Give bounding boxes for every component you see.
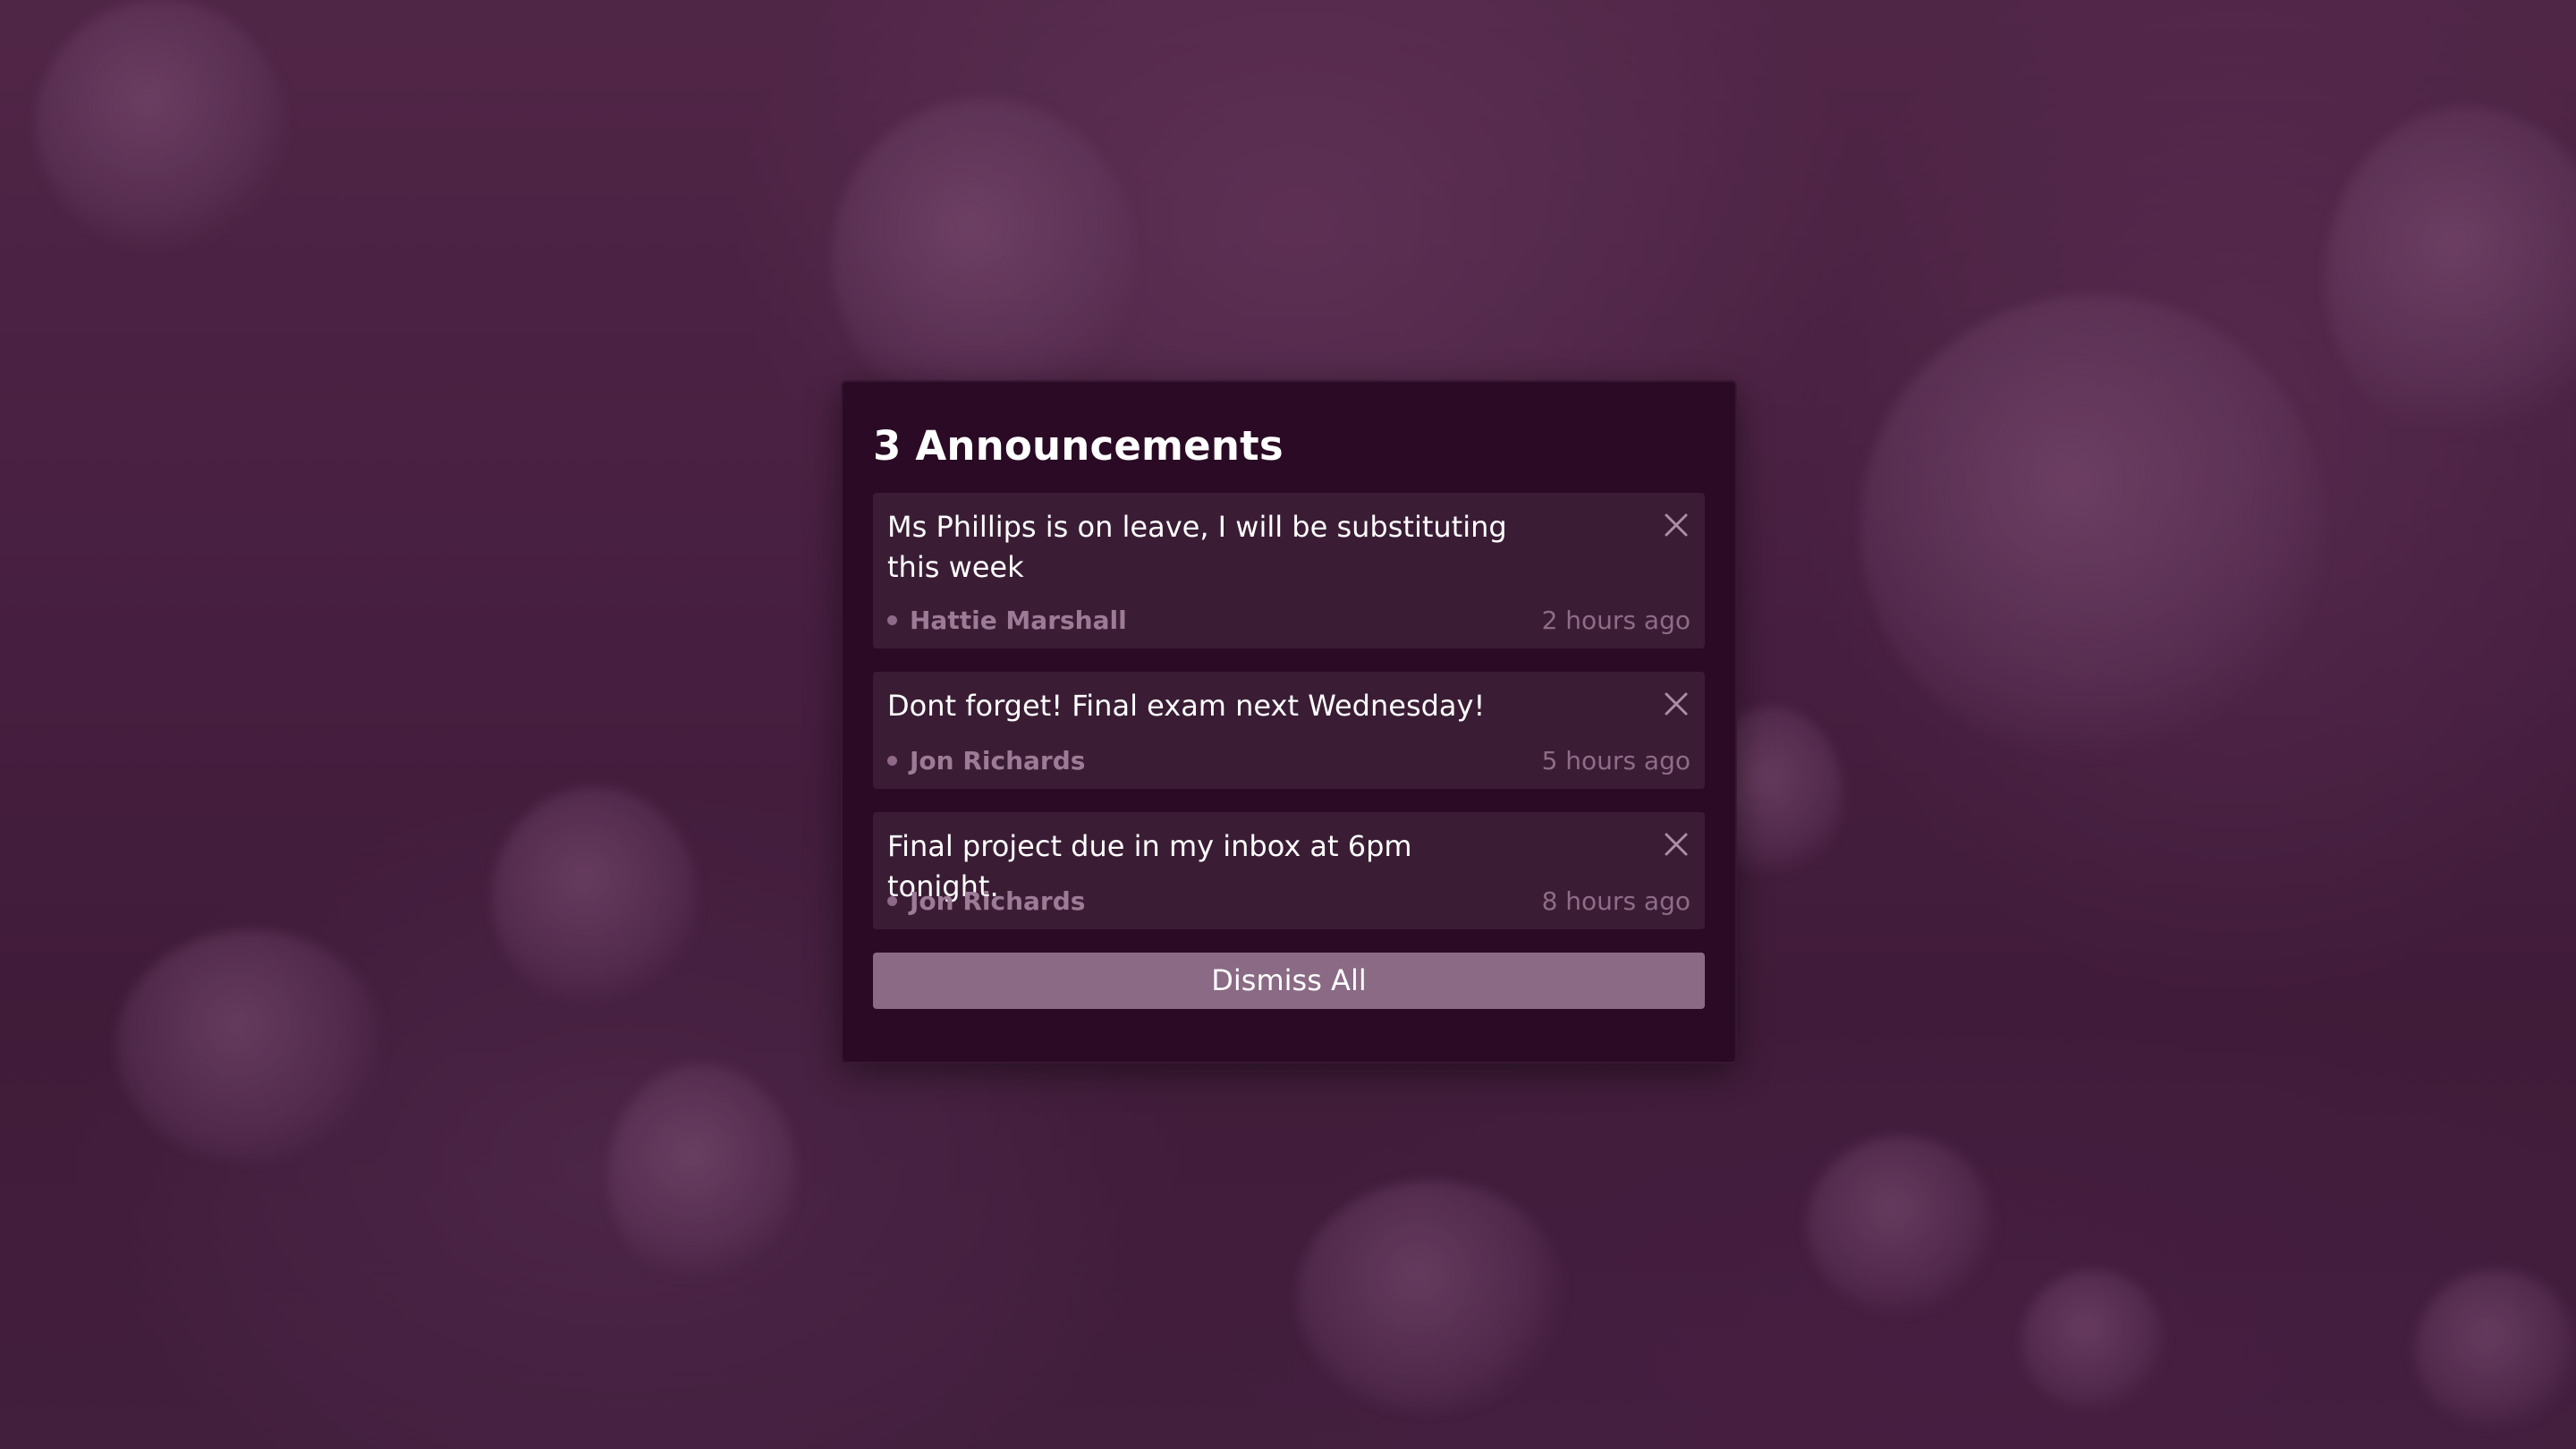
announcement-card: Final project due in my inbox at 6pm ton…	[873, 812, 1705, 929]
author-name: Jon Richards	[910, 745, 1086, 775]
author: Hattie Marshall	[887, 606, 1127, 635]
announcement-meta: Jon Richards 5 hours ago	[887, 744, 1690, 776]
author-name: Hattie Marshall	[910, 605, 1127, 635]
announcement-meta: Hattie Marshall 2 hours ago	[887, 604, 1690, 636]
announcement-message: Ms Phillips is on leave, I will be subst…	[887, 510, 1507, 584]
announcement-card: Dont forget! Final exam next Wednesday! …	[873, 672, 1705, 789]
author-name: Jon Richards	[910, 886, 1086, 916]
dot-icon	[887, 755, 897, 766]
timestamp: 2 hours ago	[1541, 605, 1690, 635]
announcement-card: Ms Phillips is on leave, I will be subst…	[873, 493, 1705, 648]
dot-icon	[887, 614, 897, 625]
close-icon[interactable]	[1660, 688, 1692, 720]
announcement-list: Ms Phillips is on leave, I will be subst…	[873, 493, 1705, 929]
timestamp: 5 hours ago	[1541, 745, 1690, 775]
dot-icon	[887, 895, 897, 906]
announcement-meta: Jon Richards 8 hours ago	[887, 885, 1690, 917]
author: Jon Richards	[887, 886, 1085, 916]
timestamp: 8 hours ago	[1541, 886, 1690, 916]
dialog-title: 3 Announcements	[873, 422, 1284, 470]
announcement-message: Dont forget! Final exam next Wednesday!	[887, 689, 1486, 723]
announcements-dialog: 3 Announcements Ms Phillips is on leave,…	[841, 380, 1737, 1063]
author: Jon Richards	[887, 746, 1085, 775]
dismiss-all-button[interactable]: Dismiss All	[873, 953, 1705, 1009]
close-icon[interactable]	[1660, 828, 1692, 860]
close-icon[interactable]	[1660, 509, 1692, 541]
